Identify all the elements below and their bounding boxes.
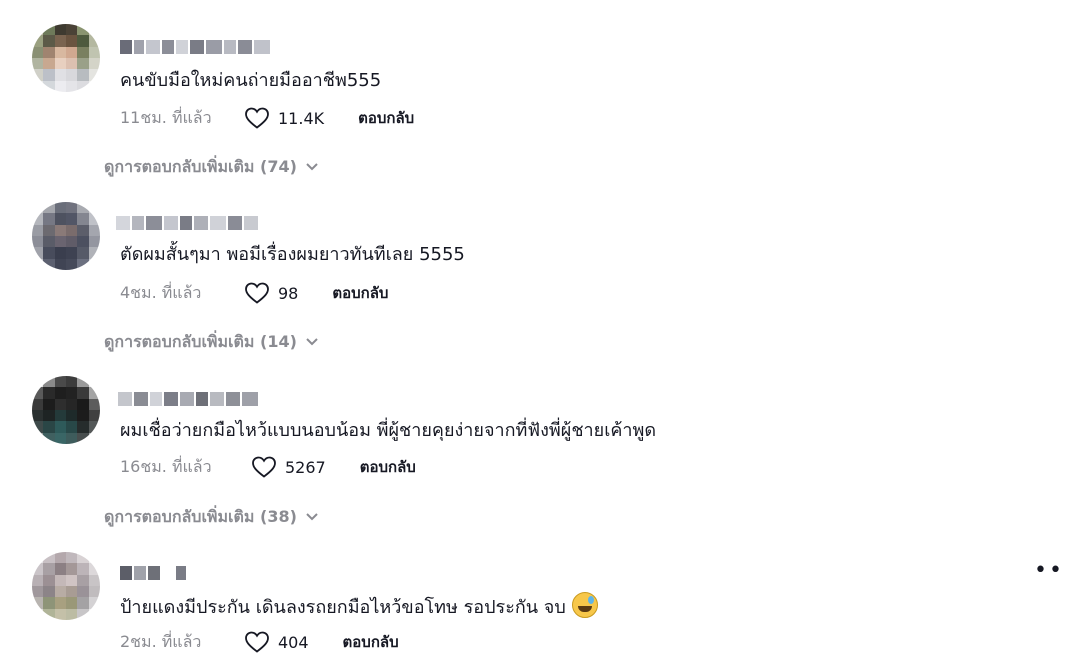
like-button[interactable]: 5267 (251, 455, 326, 479)
avatar[interactable] (32, 202, 100, 270)
view-more-replies[interactable]: ดูการตอบกลับเพิ่มเติม (74) (104, 155, 319, 179)
like-button[interactable]: 98 (244, 281, 298, 305)
heart-outline-icon[interactable] (251, 455, 277, 479)
username-blurred[interactable] (118, 390, 258, 408)
comment-time: 16ชม. ที่แล้ว (120, 456, 212, 476)
view-more-replies[interactable]: ดูการตอบกลับเพิ่มเติม (38) (104, 505, 319, 529)
comment-text: คนขับมือใหม่คนถ่ายมืออาชีพ555 (120, 70, 382, 91)
username-blurred[interactable] (120, 38, 270, 56)
like-button[interactable]: 11.4K (244, 106, 324, 130)
comment-time: 4ชม. ที่แล้ว (120, 282, 202, 302)
comment-text: ป้ายแดงมีประกัน เดินลงรถยกมือไหว้ขอโทษ ร… (120, 592, 598, 621)
reply-button[interactable]: ตอบกลับ (360, 455, 416, 479)
avatar[interactable] (32, 552, 100, 620)
comment-time: 11ชม. ที่แล้ว (120, 107, 212, 127)
chevron-down-icon (306, 338, 318, 346)
chevron-down-icon (306, 163, 318, 171)
username-blurred[interactable] (116, 214, 258, 232)
view-more-replies[interactable]: ดูการตอบกลับเพิ่มเติม (14) (104, 330, 319, 354)
comment-text: ตัดผมสั้นๆมา พอมีเรื่องผมยาวทันทีเลย 555… (120, 244, 465, 265)
heart-outline-icon[interactable] (244, 106, 270, 130)
like-button[interactable]: 404 (244, 630, 309, 654)
sweat-smile-emoji-icon (571, 592, 598, 618)
avatar[interactable] (32, 376, 100, 444)
like-count: 404 (278, 632, 309, 652)
view-more-replies-label: ดูการตอบกลับเพิ่มเติม (14) (104, 331, 297, 351)
heart-outline-icon[interactable] (244, 630, 270, 654)
comment-meta: 16ชม. ที่แล้ว 5267 ตอบกลับ (120, 454, 416, 480)
reply-button[interactable]: ตอบกลับ (343, 630, 399, 654)
username-blurred[interactable] (120, 564, 186, 582)
like-count: 11.4K (278, 108, 325, 128)
like-count: 5267 (285, 457, 326, 477)
comment-meta: 4ชม. ที่แล้ว 98 ตอบกลับ (120, 280, 388, 306)
reply-button[interactable]: ตอบกลับ (332, 281, 388, 305)
comment-text-content: ป้ายแดงมีประกัน เดินลงรถยกมือไหว้ขอโทษ ร… (120, 597, 566, 618)
comment-time: 2ชม. ที่แล้ว (120, 631, 202, 651)
like-count: 98 (278, 283, 299, 303)
chevron-down-icon (306, 513, 318, 521)
more-dots-icon[interactable]: •• (1034, 558, 1064, 583)
comment-text: ผมเชื่อว่ายกมือไหว้แบบนอบน้อม พี่ผู้ชายค… (120, 420, 657, 441)
view-more-replies-label: ดูการตอบกลับเพิ่มเติม (74) (104, 156, 297, 176)
comment-meta: 11ชม. ที่แล้ว 11.4K ตอบกลับ (120, 105, 414, 131)
comment-meta: 2ชม. ที่แล้ว 404 ตอบกลับ (120, 629, 399, 655)
view-more-replies-label: ดูการตอบกลับเพิ่มเติม (38) (104, 506, 297, 526)
heart-outline-icon[interactable] (244, 281, 270, 305)
reply-button[interactable]: ตอบกลับ (358, 106, 414, 130)
avatar[interactable] (32, 24, 100, 92)
